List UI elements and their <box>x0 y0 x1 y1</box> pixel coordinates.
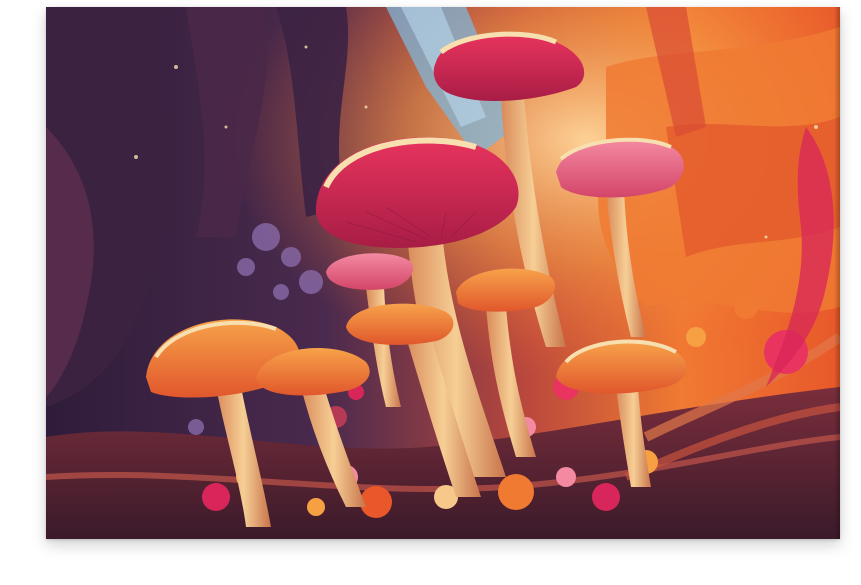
canvas-print <box>46 7 840 539</box>
page <box>0 0 861 585</box>
mushroom-artwork <box>46 7 840 539</box>
canvas-edge <box>834 7 840 539</box>
